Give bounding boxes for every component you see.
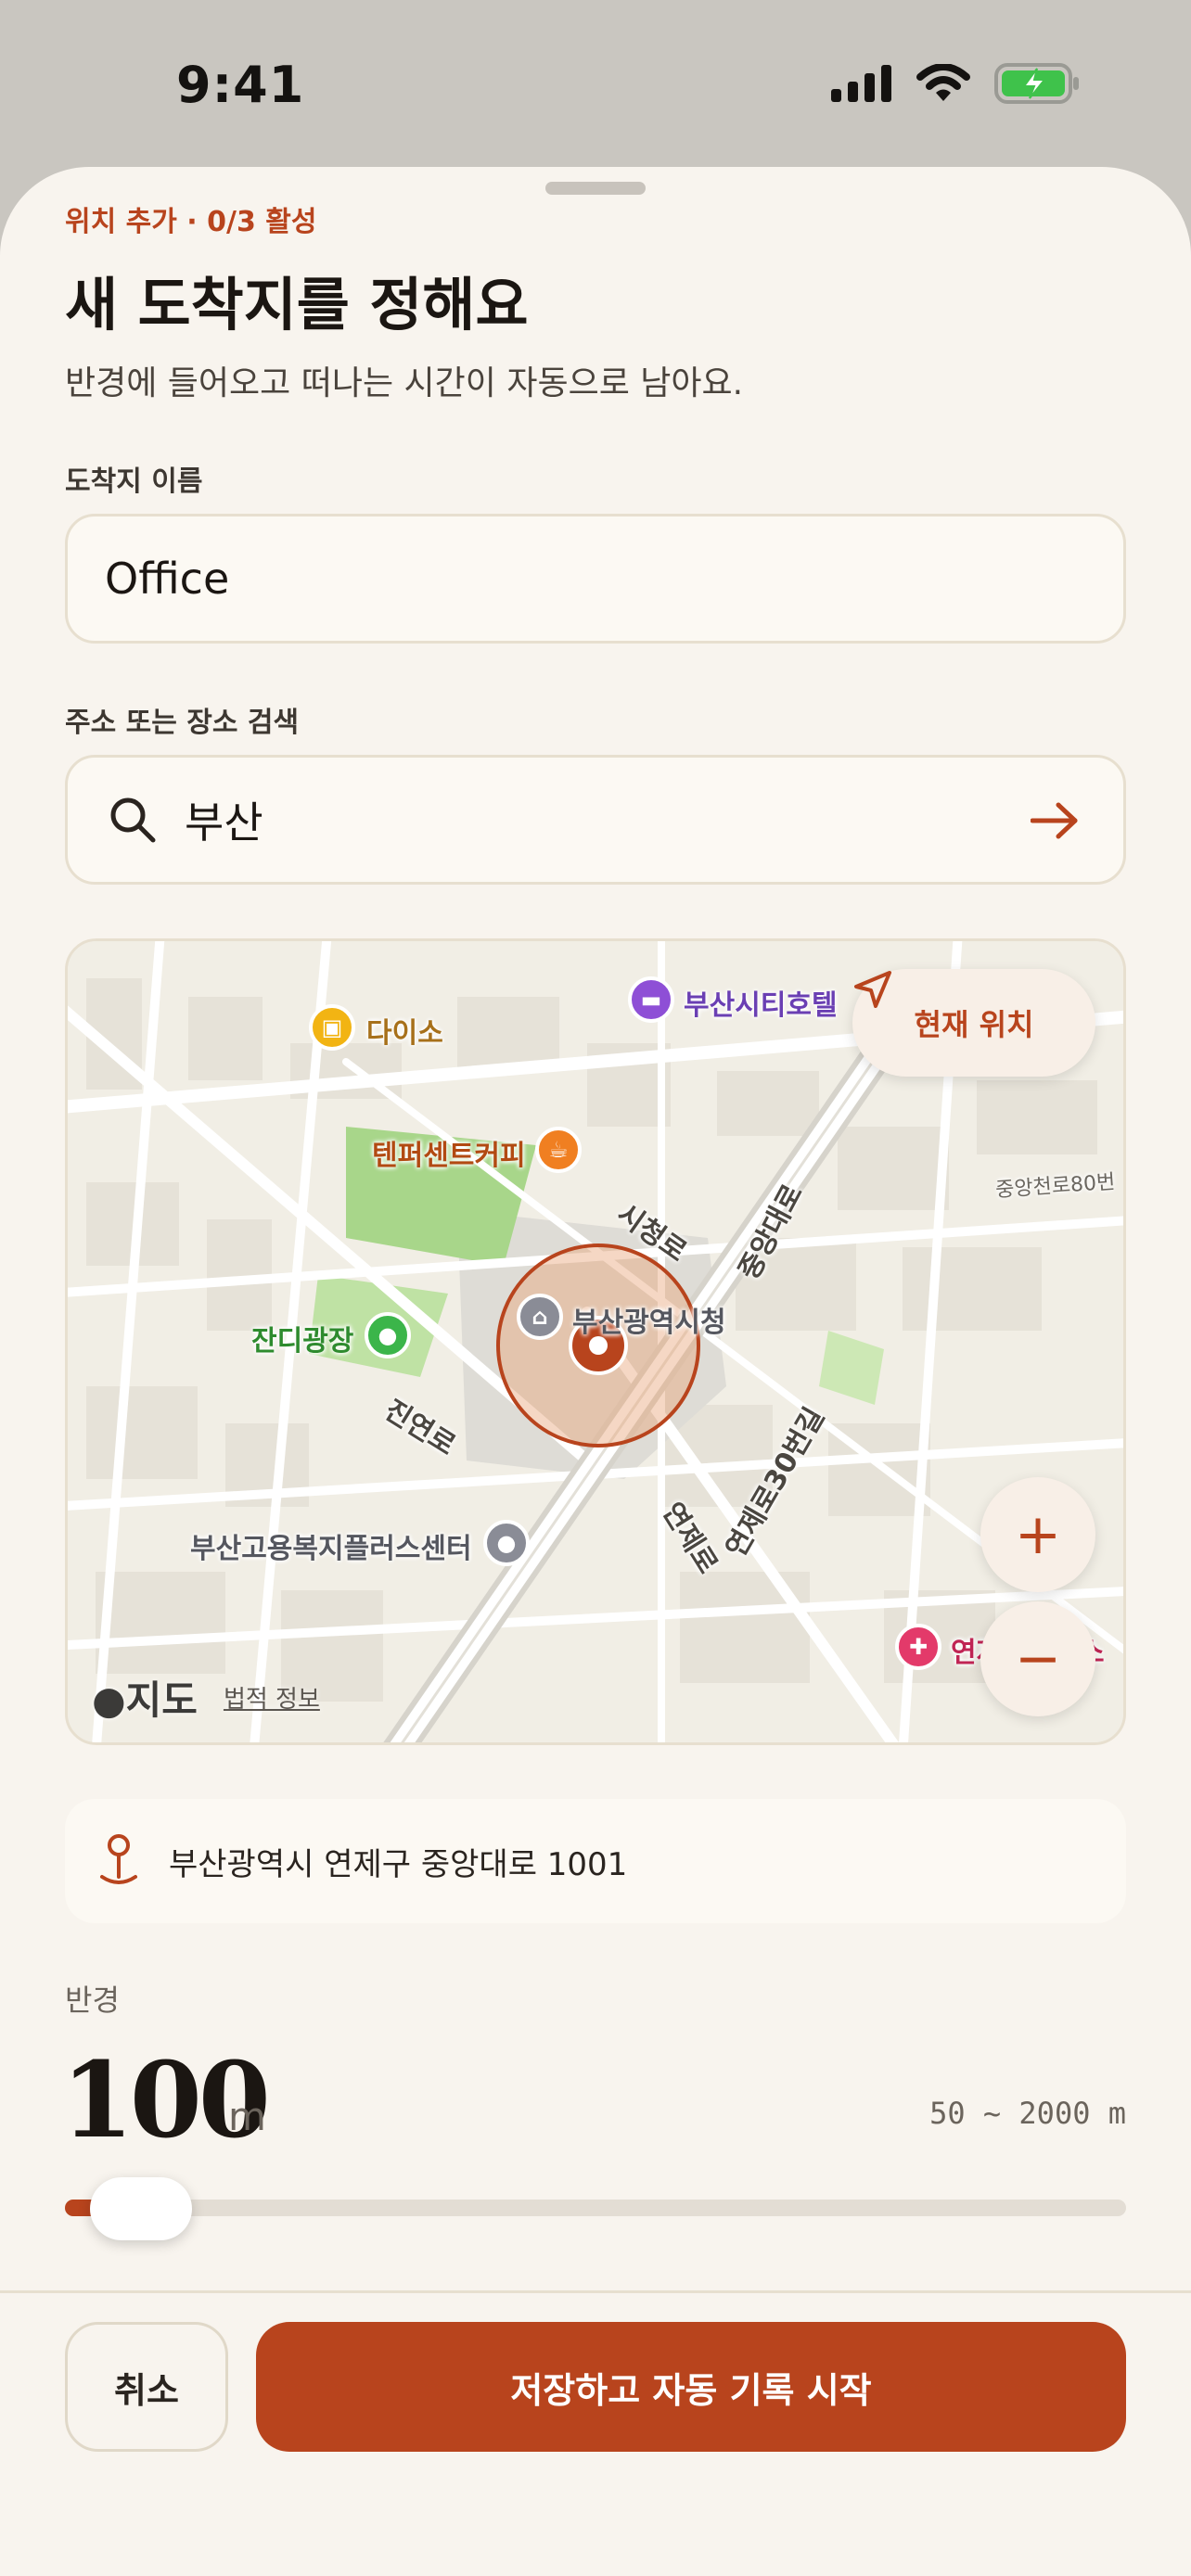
- park-pin-icon[interactable]: ●: [365, 1312, 411, 1358]
- sheet-grabber[interactable]: [545, 182, 646, 195]
- location-arrow-icon: [854, 971, 891, 1008]
- radius-range: 50 ~ 2000 m: [929, 2096, 1126, 2131]
- shopping-pin-icon[interactable]: ▣: [309, 1004, 355, 1051]
- sheet-title: 새 도착지를 정해요: [65, 271, 529, 338]
- plus-icon: +: [1014, 1502, 1062, 1567]
- add-location-sheet: 위치 추가 · 0/3 활성 새 도착지를 정해요 반경에 들어오고 떠나는 시…: [0, 167, 1191, 2576]
- save-and-start-button[interactable]: 저장하고 자동 기록 시작: [256, 2322, 1126, 2452]
- zoom-out-button[interactable]: −: [980, 1601, 1095, 1716]
- map-label-cafe: 텐퍼센트커피: [372, 1140, 526, 1172]
- footer-divider: [0, 2290, 1191, 2293]
- wifi-icon: [916, 64, 970, 101]
- map-label-employment-center: 부산고용복지플러스센터: [190, 1533, 472, 1565]
- status-time: 9:41: [176, 56, 305, 114]
- map-label-plaza: 잔디광장: [251, 1325, 354, 1358]
- apple-maps-logo: ●지도: [92, 1669, 198, 1726]
- map-pin-icon: [100, 1834, 137, 1884]
- sheet-subtitle: 반경에 들어오고 떠나는 시간이 자동으로 남아요.: [65, 364, 744, 402]
- search-field[interactable]: 부산: [65, 755, 1126, 885]
- map-view[interactable]: ▣ 다이소 ▬ 부산시티호텔 텐퍼센트커피 ☕ 잔디광장 ● ⌂ 부산광역시청 …: [65, 938, 1126, 1745]
- hotel-pin-icon[interactable]: ▬: [628, 976, 674, 1023]
- zoom-in-button[interactable]: +: [980, 1477, 1095, 1592]
- apple-logo-icon: ●: [92, 1677, 126, 1723]
- arrow-right-icon[interactable]: [1031, 802, 1079, 839]
- address-card: 부산광역시 연제구 중앙대로 1001: [65, 1799, 1126, 1923]
- radius-unit: m: [228, 2094, 266, 2139]
- office-pin-icon[interactable]: ●: [483, 1520, 530, 1566]
- name-field[interactable]: Office: [65, 514, 1126, 644]
- current-location-button[interactable]: 현재 위치: [852, 969, 1095, 1077]
- legal-info-link[interactable]: 법적 정보: [224, 1680, 320, 1715]
- map-attribution: ●지도 법적 정보: [92, 1669, 320, 1726]
- hospital-pin-icon[interactable]: ✚: [895, 1624, 941, 1670]
- sheet-eyebrow: 위치 추가 · 0/3 활성: [65, 206, 317, 238]
- cancel-button[interactable]: 취소: [65, 2322, 228, 2452]
- address-text: 부산광역시 연제구 중앙대로 1001: [169, 1845, 628, 1883]
- cafe-pin-icon[interactable]: ☕: [535, 1127, 582, 1173]
- radius-label: 반경: [65, 1983, 120, 2018]
- search-icon: [110, 797, 156, 843]
- radius-slider-track[interactable]: [65, 2200, 1126, 2216]
- cellular-signal-icon: [831, 65, 891, 102]
- maps-wordmark: 지도: [125, 1677, 198, 1723]
- search-field-label: 주소 또는 장소 검색: [65, 707, 300, 739]
- name-field-value: Office: [105, 554, 230, 604]
- name-field-label: 도착지 이름: [65, 465, 203, 498]
- government-pin-icon[interactable]: ⌂: [517, 1294, 563, 1340]
- map-label-cityhall: 부산광역시청: [572, 1307, 726, 1339]
- status-bar: 9:41: [0, 0, 1191, 167]
- map-label-hotel: 부산시티호텔: [684, 989, 838, 1022]
- radius-slider-thumb[interactable]: [89, 2177, 192, 2240]
- battery-charging-icon: [994, 63, 1079, 104]
- search-field-value: 부산: [185, 797, 263, 848]
- map-label-daiso: 다이소: [366, 1017, 443, 1050]
- current-location-label: 현재 위치: [914, 1007, 1034, 1042]
- minus-icon: −: [1014, 1626, 1062, 1691]
- status-icons: [831, 63, 1080, 104]
